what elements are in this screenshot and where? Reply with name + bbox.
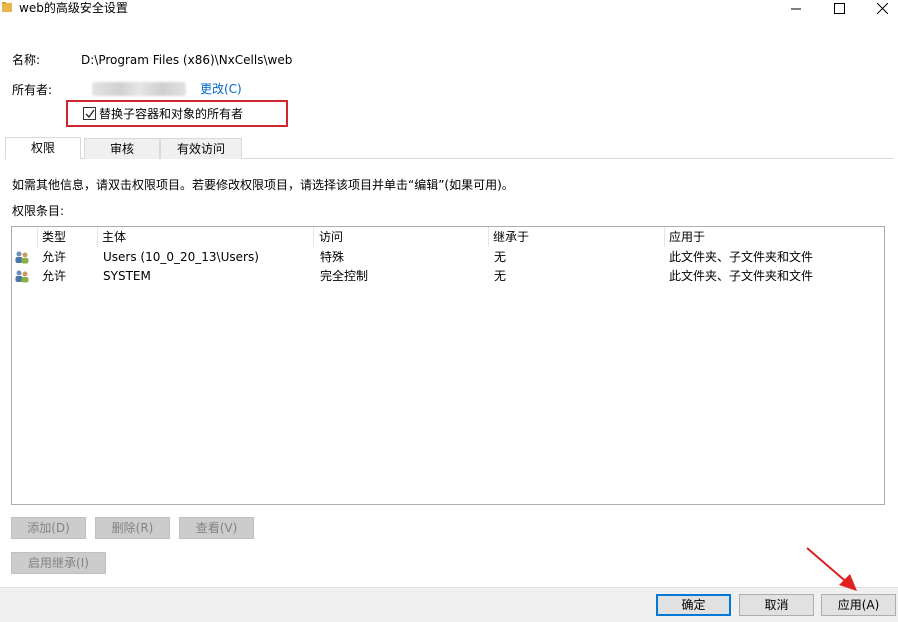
view-button[interactable]: 查看(V) (179, 517, 254, 539)
info-text: 如需其他信息，请双击权限项目。若要修改权限项目，请选择该项目并单击“编辑”(如果… (12, 178, 514, 192)
owner-value-redacted (92, 82, 186, 96)
column-header-icon (12, 227, 38, 247)
table-row[interactable]: 允许 SYSTEM 完全控制 无 此文件夹、子文件夹和文件 (12, 267, 884, 286)
replace-owner-label: 替换子容器和对象的所有者 (99, 107, 244, 121)
permission-entries-list[interactable]: 类型 主体 访问 继承于 应用于 允许 Users (10_0_20_13\Us… (11, 226, 885, 505)
column-header-principal[interactable]: 主体 (98, 227, 314, 247)
tab-permissions[interactable]: 权限 (5, 137, 81, 160)
row-inherited: 无 (494, 250, 507, 264)
tab-auditing[interactable]: 审核 (84, 138, 160, 159)
change-owner-link[interactable]: 更改(C) (200, 81, 242, 97)
close-button[interactable] (860, 0, 898, 16)
owner-label: 所有者: (12, 83, 53, 97)
apply-button[interactable]: 应用(A) (821, 594, 896, 616)
column-header-inherited[interactable]: 继承于 (489, 227, 665, 247)
users-group-icon (15, 270, 29, 283)
title-bar: web的高级安全设置 (0, 0, 898, 16)
entries-label: 权限条目: (12, 204, 65, 218)
ok-button[interactable]: 确定 (656, 594, 731, 616)
users-group-icon (15, 251, 29, 264)
row-inherited: 无 (494, 269, 507, 283)
column-header-access[interactable]: 访问 (315, 227, 489, 247)
replace-owner-checkbox[interactable] (83, 107, 96, 120)
column-header-type[interactable]: 类型 (38, 227, 98, 247)
row-principal: SYSTEM (103, 269, 151, 283)
close-icon (876, 2, 888, 14)
table-row[interactable]: 允许 Users (10_0_20_13\Users) 特殊 无 此文件夹、子文… (12, 248, 884, 267)
row-principal: Users (10_0_20_13\Users) (103, 250, 259, 264)
enable-inheritance-button[interactable]: 启用继承(I) (11, 552, 106, 574)
row-access: 特殊 (320, 250, 345, 264)
row-access: 完全控制 (320, 269, 369, 283)
folder-icon (2, 2, 12, 12)
row-type: 允许 (42, 250, 67, 264)
column-header-applies[interactable]: 应用于 (665, 227, 884, 247)
minimize-icon (791, 8, 801, 10)
maximize-icon (833, 2, 845, 14)
name-label: 名称: (12, 53, 41, 67)
remove-button[interactable]: 删除(R) (95, 517, 170, 539)
row-applies-to: 此文件夹、子文件夹和文件 (669, 250, 814, 264)
tab-effective-access[interactable]: 有效访问 (160, 138, 242, 159)
add-button[interactable]: 添加(D) (11, 517, 86, 539)
checkmark-icon (85, 109, 95, 119)
row-applies-to: 此文件夹、子文件夹和文件 (669, 269, 814, 283)
cancel-button[interactable]: 取消 (739, 594, 814, 616)
name-value: D:\Program Files (x86)\NxCells\web (81, 53, 293, 67)
window-title: web的高级安全设置 (19, 1, 128, 15)
minimize-button[interactable] (774, 0, 818, 16)
row-type: 允许 (42, 269, 67, 283)
maximize-button[interactable] (817, 0, 861, 16)
